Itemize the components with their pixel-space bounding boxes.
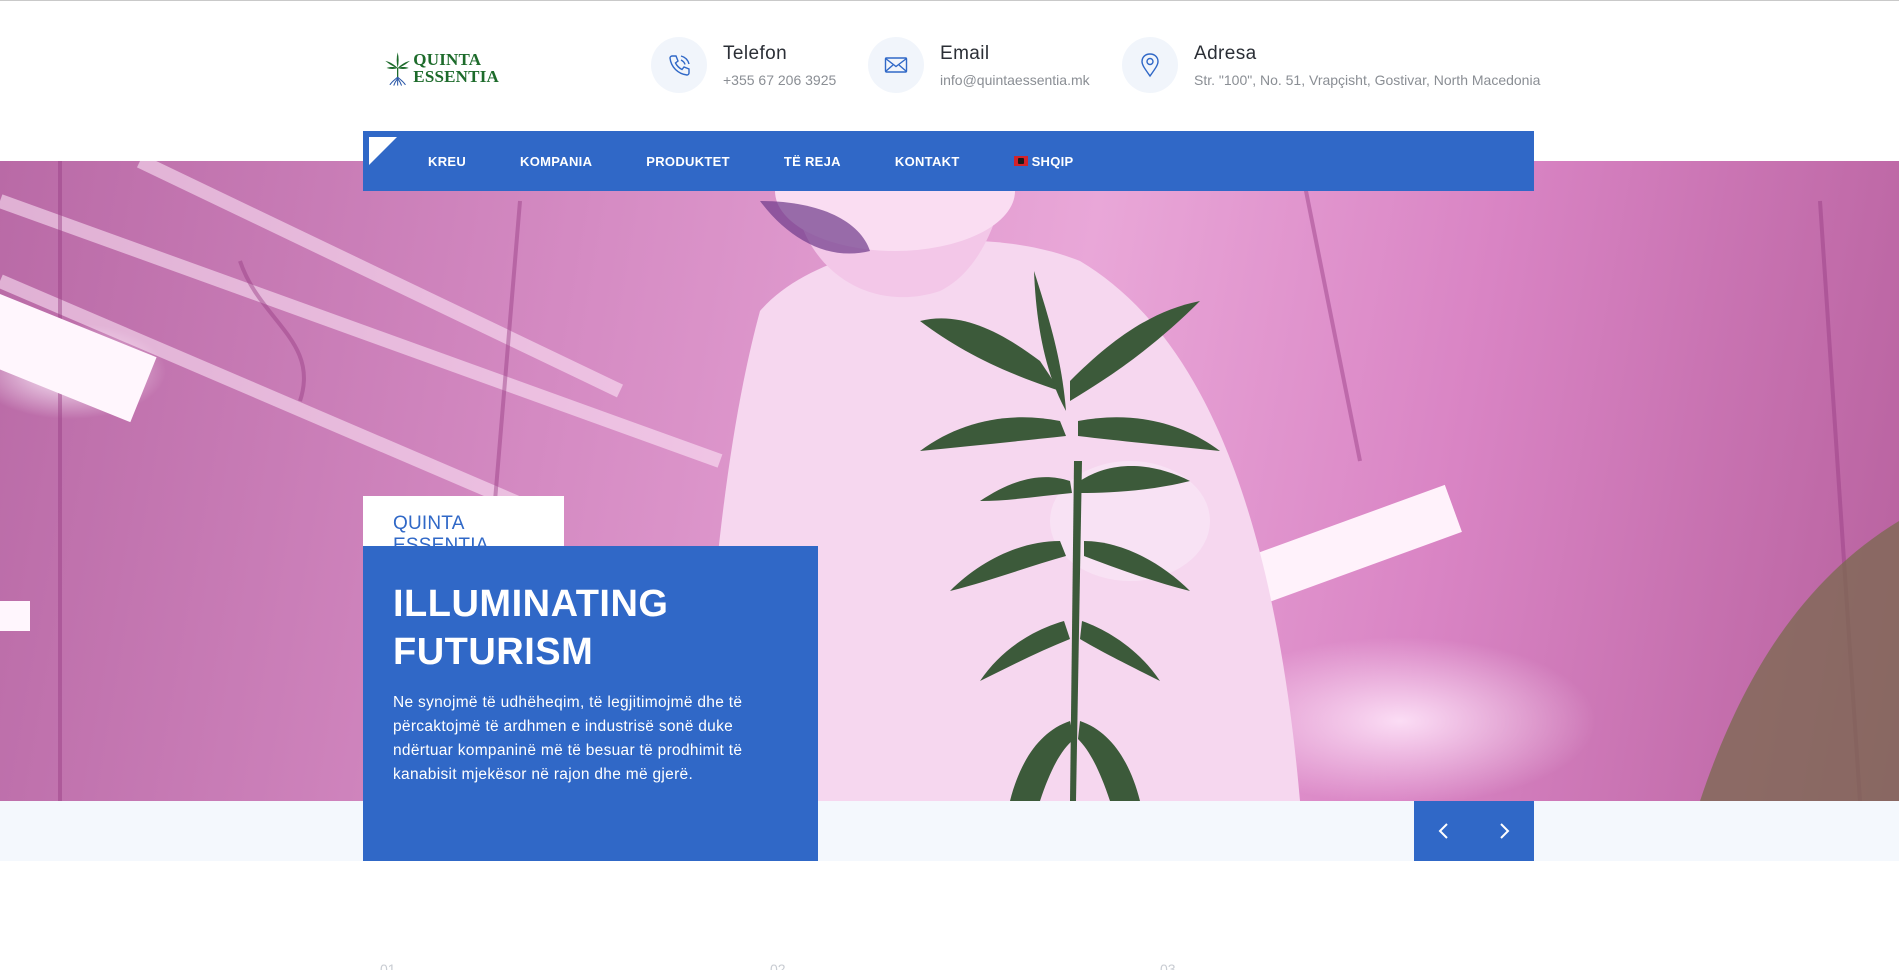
slide-text: Ne synojmë të udhëheqim, të legjitimojmë… [393, 694, 743, 783]
contact-phone-label: Telefon [723, 42, 788, 64]
contact-address-value: Str. "100", No. 51, Vrapçisht, Gostivar,… [1194, 71, 1541, 88]
envelope-icon [884, 57, 908, 73]
language-switcher[interactable]: SHQIP [1013, 153, 1074, 169]
contact-phone[interactable]: Telefon +355 67 206 3925 [651, 37, 836, 93]
contact-email-value[interactable]: info@quintaessentia.mk [940, 72, 1090, 88]
nav-item-kontakt[interactable]: KONTAKT [895, 154, 960, 169]
logo-text-line1: QUINTA [413, 50, 482, 69]
contact-phone-value[interactable]: +355 67 206 3925 [723, 72, 836, 88]
top-border [0, 0, 1899, 1]
feature-number-3: 03 [1160, 961, 1176, 970]
hero-slider-image [0, 161, 1899, 801]
contact-address-label: Adresa [1194, 42, 1257, 64]
language-label: SHQIP [1031, 153, 1074, 169]
slider-prev-button[interactable] [1414, 801, 1474, 861]
hero-bottom-band [0, 801, 1899, 861]
site-logo[interactable]: QUINTA ESSENTIA [384, 40, 499, 96]
logo-text-line2: ESSENTIA [413, 67, 499, 86]
contact-email-label: Email [940, 42, 990, 64]
nav-item-te-reja[interactable]: TË REJA [784, 154, 841, 169]
slide-title: ILLUMINATING FUTURISM [393, 583, 669, 673]
location-pin-icon [1141, 53, 1159, 78]
phone-icon [669, 55, 690, 76]
cannabis-leaf-icon [385, 52, 410, 86]
slide-tag: QUINTA ESSENTIA [363, 496, 564, 556]
main-navigation: KREU KOMPANIA PRODUKTET TË REJA KONTAKT … [363, 131, 1534, 191]
slider-next-button[interactable] [1474, 801, 1534, 861]
hero-illustration [0, 161, 1899, 801]
feature-number-2: 02 [770, 961, 786, 970]
contact-email[interactable]: Email info@quintaessentia.mk [868, 37, 1090, 93]
chevron-left-icon [1438, 823, 1448, 839]
chevron-right-icon [1500, 823, 1510, 839]
slide-caption-card: ILLUMINATING FUTURISM Ne synojmë të udhë… [363, 546, 818, 861]
slider-controls [1414, 801, 1534, 861]
nav-item-kompania[interactable]: KOMPANIA [520, 154, 592, 169]
contact-address[interactable]: Adresa Str. "100", No. 51, Vrapçisht, Go… [1122, 37, 1540, 93]
nav-item-kreu[interactable]: KREU [428, 154, 466, 169]
albania-flag-icon [1013, 156, 1028, 166]
feature-number-1: 01 [380, 961, 396, 970]
nav-corner-decoration [369, 137, 397, 165]
nav-item-produktet[interactable]: PRODUKTET [646, 154, 730, 169]
